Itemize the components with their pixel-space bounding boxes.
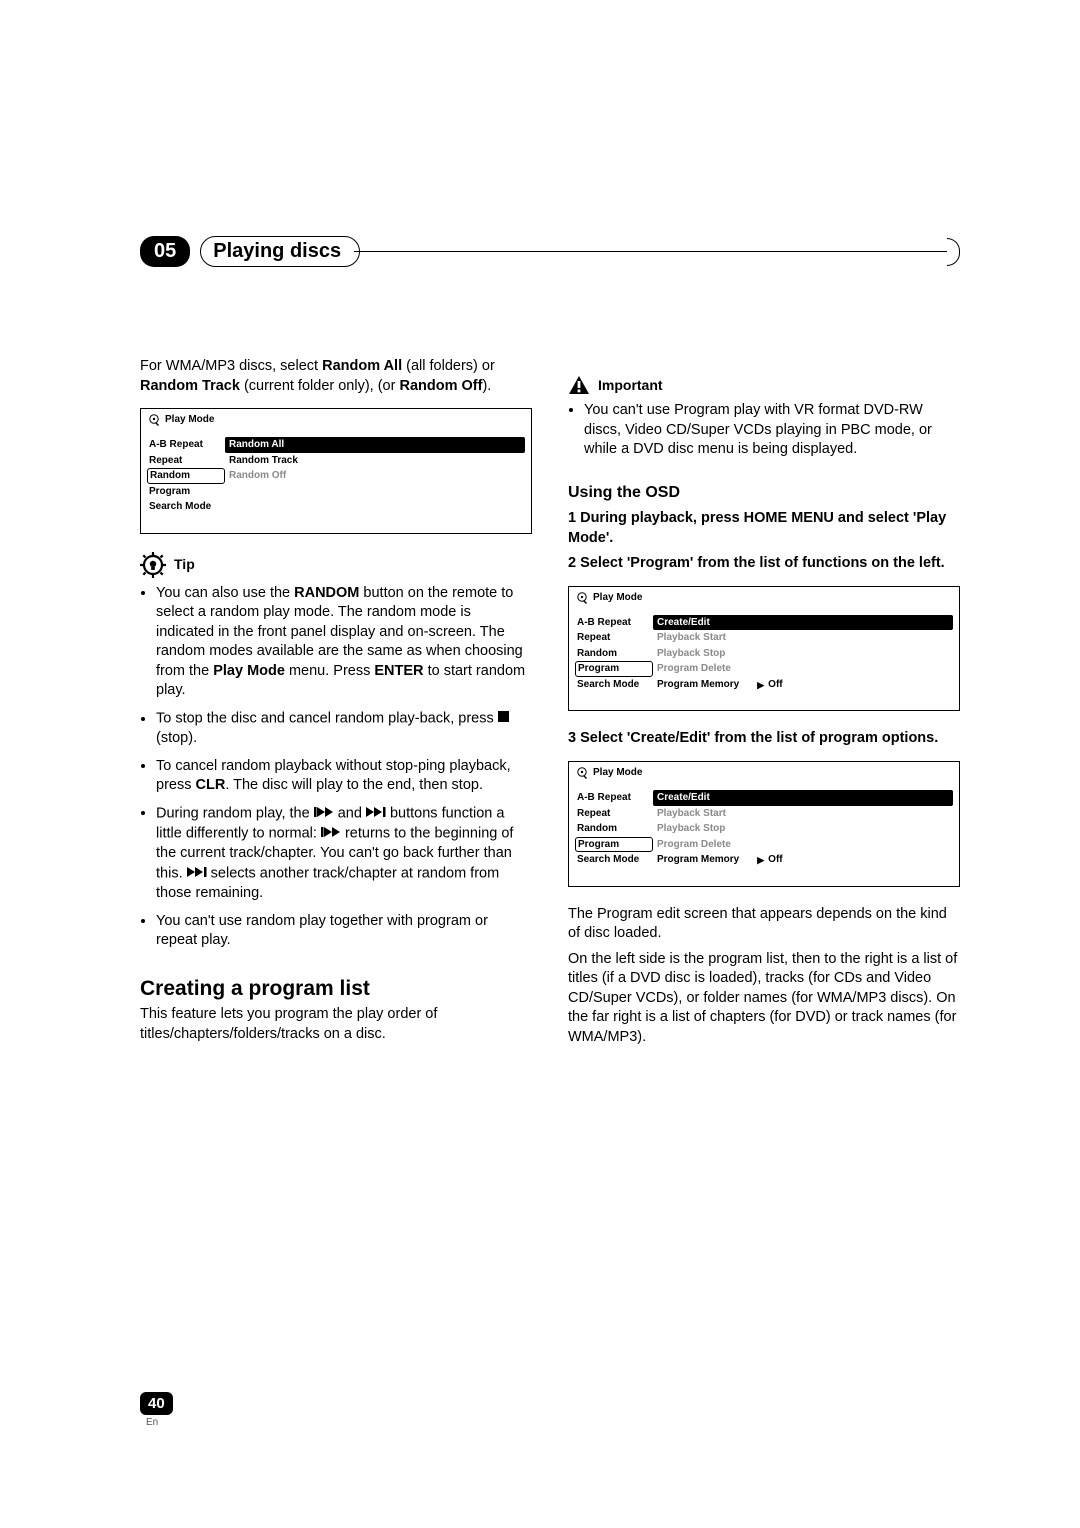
- step-3: 3 Select 'Create/Edit' from the list of …: [568, 729, 960, 749]
- menu-option: Random Track: [225, 453, 525, 469]
- tip-list: You can also use the RANDOM button on th…: [140, 584, 532, 951]
- menu-option-highlighted: Create/Edit: [653, 790, 953, 806]
- stop-icon: [498, 710, 509, 726]
- right-column: Important You can't use Program play wit…: [568, 357, 960, 1053]
- menu-option-dim: Random Off: [225, 468, 525, 484]
- step-1: 1 During playback, press HOME MENU and s…: [568, 509, 960, 548]
- menu-title: Play Mode: [165, 413, 214, 427]
- menu-header: Play Mode: [569, 762, 959, 790]
- menu-item: Search Mode: [147, 499, 225, 515]
- content-columns: For WMA/MP3 discs, select Random All (al…: [140, 357, 960, 1053]
- menu-item: Search Mode: [575, 852, 653, 868]
- program-edit-note-1: The Program edit screen that appears dep…: [568, 905, 960, 944]
- menu-option-dim: Playback Stop: [653, 821, 953, 837]
- important-heading: Important: [568, 375, 960, 395]
- menu-header: Play Mode: [141, 409, 531, 437]
- tip-label: Tip: [174, 555, 195, 574]
- menu-item: Repeat: [575, 806, 653, 822]
- program-edit-note-2: On the left side is the program list, th…: [568, 950, 960, 1048]
- menu-item: A-B Repeat: [575, 790, 653, 806]
- header-rule: [354, 251, 947, 252]
- section-body: This feature lets you program the play o…: [140, 1005, 532, 1044]
- menu-title: Play Mode: [593, 766, 642, 780]
- prev-track-icon: [314, 805, 334, 821]
- menu-item: A-B Repeat: [147, 437, 225, 453]
- disc-hand-icon: [575, 591, 589, 605]
- menu-option-dim: Playback Start: [653, 806, 953, 822]
- menu-option-highlighted: Create/Edit: [653, 615, 953, 631]
- important-item: You can't use Program play with VR forma…: [584, 401, 960, 460]
- play-mode-menu-program-1: Play Mode A-B Repeat Repeat Random Progr…: [568, 586, 960, 712]
- tip-item: To cancel random playback without stop-p…: [156, 757, 532, 796]
- tip-item: To stop the disc and cancel random play-…: [156, 709, 532, 749]
- warning-triangle-icon: [568, 375, 590, 395]
- menu-left-list: A-B Repeat Repeat Random Program Search …: [575, 615, 653, 693]
- menu-option-dim: Playback Stop: [653, 646, 953, 662]
- menu-item: Search Mode: [575, 677, 653, 693]
- disc-hand-icon: [147, 413, 161, 427]
- menu-item-selected: Random: [147, 468, 225, 484]
- menu-item: A-B Repeat: [575, 615, 653, 631]
- menu-option-highlighted: Random All: [225, 437, 525, 453]
- chapter-header: 05 Playing discs: [140, 236, 960, 267]
- menu-left-list: A-B Repeat Repeat Random Program Search …: [575, 790, 653, 868]
- prev-track-icon: [321, 825, 341, 841]
- play-mode-menu-program-2: Play Mode A-B Repeat Repeat Random Progr…: [568, 761, 960, 887]
- chapter-title: Playing discs: [200, 236, 360, 267]
- menu-item: Program: [147, 484, 225, 500]
- menu-option: Program Memory ▶ Off: [653, 852, 953, 868]
- menu-item-selected: Program: [575, 661, 653, 677]
- language-code: En: [146, 1417, 173, 1428]
- menu-right-list: Create/Edit Playback Start Playback Stop…: [653, 615, 953, 693]
- menu-right-list: Create/Edit Playback Start Playback Stop…: [653, 790, 953, 868]
- menu-option-dim: Program Delete: [653, 661, 953, 677]
- page-footer: 40 En: [140, 1392, 173, 1428]
- menu-option-dim: Playback Start: [653, 630, 953, 646]
- play-mode-menu-random: Play Mode A-B Repeat Repeat Random Progr…: [140, 408, 532, 534]
- menu-title: Play Mode: [593, 591, 642, 605]
- intro-paragraph: For WMA/MP3 discs, select Random All (al…: [140, 357, 532, 396]
- menu-item: Random: [575, 821, 653, 837]
- menu-right-list: Random All Random Track Random Off: [225, 437, 525, 515]
- lightbulb-gear-icon: [140, 552, 166, 578]
- tip-heading: Tip: [140, 552, 532, 578]
- left-column: For WMA/MP3 discs, select Random All (al…: [140, 357, 532, 1053]
- menu-item: Repeat: [575, 630, 653, 646]
- tip-item: You can also use the RANDOM button on th…: [156, 584, 532, 701]
- chapter-number-badge: 05: [140, 236, 190, 267]
- header-cap: [947, 238, 960, 266]
- document-page: 05 Playing discs For WMA/MP3 discs, sele…: [0, 0, 1080, 1528]
- step-2: 2 Select 'Program' from the list of func…: [568, 554, 960, 574]
- next-track-icon: [187, 865, 207, 881]
- menu-item-selected: Program: [575, 837, 653, 853]
- disc-hand-icon: [575, 766, 589, 780]
- menu-header: Play Mode: [569, 587, 959, 615]
- menu-item: Repeat: [147, 453, 225, 469]
- next-track-icon: [366, 805, 386, 821]
- section-heading-program-list: Creating a program list: [140, 975, 532, 1003]
- page-number: 40: [140, 1392, 173, 1415]
- submenu-arrow-icon: ▶: [757, 679, 764, 691]
- menu-option-dim: Program Delete: [653, 837, 953, 853]
- menu-option: Program Memory ▶ Off: [653, 677, 953, 693]
- submenu-arrow-icon: ▶: [757, 854, 764, 866]
- menu-left-list: A-B Repeat Repeat Random Program Search …: [147, 437, 225, 515]
- menu-item: Random: [575, 646, 653, 662]
- important-list: You can't use Program play with VR forma…: [568, 401, 960, 460]
- important-label: Important: [598, 376, 663, 395]
- subheading-using-osd: Using the OSD: [568, 482, 960, 504]
- tip-item: You can't use random play together with …: [156, 912, 532, 951]
- tip-item: During random play, the and buttons func…: [156, 804, 532, 904]
